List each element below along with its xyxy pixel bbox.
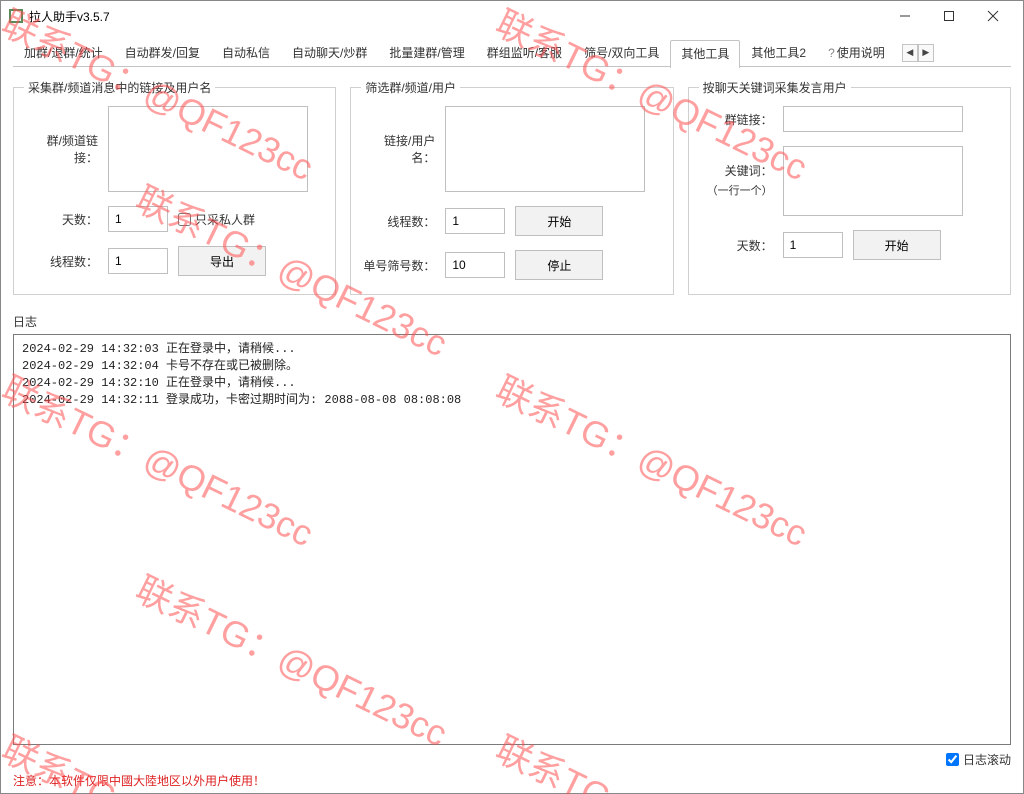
titlebar: 拉人助手v3.5.7 bbox=[1, 1, 1023, 31]
tab-1[interactable]: 自动群发/回复 bbox=[114, 39, 211, 67]
threads-input-2[interactable] bbox=[445, 208, 505, 234]
panel-collect-links: 采集群/频道消息中的链接及用户名 群/频道链接： 天数： 只采私人群 线程数： bbox=[13, 79, 336, 295]
kw-days-input[interactable] bbox=[783, 232, 843, 258]
kw-group-link-label: 群链接： bbox=[699, 111, 773, 128]
panel-keyword: 按聊天关键词采集发言用户 群链接： 关键词： （一行一个） 天数： 开始 bbox=[688, 79, 1011, 295]
client-area: 加群/退群/统计 自动群发/回复 自动私信 自动聊天/炒群 批量建群/管理 群组… bbox=[1, 31, 1023, 793]
tab-scroll-left[interactable]: ◀ bbox=[902, 44, 918, 62]
tab-0[interactable]: 加群/退群/统计 bbox=[13, 39, 114, 67]
filter-start-button[interactable]: 开始 bbox=[515, 206, 603, 236]
main-window: 拉人助手v3.5.7 加群/退群/统计 自动群发/回复 自动私信 自动聊天/炒群… bbox=[0, 0, 1024, 794]
keyword-start-button[interactable]: 开始 bbox=[853, 230, 941, 260]
tab-2[interactable]: 自动私信 bbox=[211, 39, 281, 67]
tab-3[interactable]: 自动聊天/炒群 bbox=[281, 39, 378, 67]
keywords-label: 关键词： （一行一个） bbox=[699, 162, 773, 201]
footer-warning: 注意：本软件仅限中國大陸地区以外用户使用！ bbox=[13, 772, 1011, 789]
tab-9[interactable]: ?使用说明 bbox=[817, 39, 896, 67]
threads-label-2: 线程数： bbox=[361, 213, 435, 230]
private-only-checkbox[interactable] bbox=[178, 213, 191, 226]
window-controls bbox=[883, 2, 1015, 30]
log-label: 日志 bbox=[13, 313, 1011, 330]
filter-link-label: 链接/用户名： bbox=[361, 132, 435, 166]
question-icon: ? bbox=[828, 46, 835, 60]
tab-5[interactable]: 群组监听/客服 bbox=[476, 39, 573, 67]
private-only-checkbox-wrap[interactable]: 只采私人群 bbox=[178, 211, 255, 228]
panels-row: 采集群/频道消息中的链接及用户名 群/频道链接： 天数： 只采私人群 线程数： bbox=[13, 79, 1011, 295]
kw-group-link-input[interactable] bbox=[783, 106, 963, 132]
log-textarea[interactable]: 2024-02-29 14:32:03 正在登录中，请稍候... 2024-02… bbox=[13, 334, 1011, 745]
minimize-button[interactable] bbox=[883, 2, 927, 30]
per-account-input[interactable] bbox=[445, 252, 505, 278]
filter-stop-button[interactable]: 停止 bbox=[515, 250, 603, 280]
tab-6[interactable]: 筛号/双向工具 bbox=[573, 39, 670, 67]
threads-input-1[interactable] bbox=[108, 248, 168, 274]
tab-4[interactable]: 批量建群/管理 bbox=[378, 39, 475, 67]
log-section: 日志 2024-02-29 14:32:03 正在登录中，请稍候... 2024… bbox=[13, 313, 1011, 768]
days-label: 天数： bbox=[24, 211, 98, 228]
keywords-input[interactable] bbox=[783, 146, 963, 216]
log-scroll-label: 日志滚动 bbox=[963, 751, 1011, 768]
days-input[interactable] bbox=[108, 206, 168, 232]
group-link-input[interactable] bbox=[108, 106, 308, 192]
panel-filter-legend: 筛选群/频道/用户 bbox=[361, 79, 460, 96]
close-button[interactable] bbox=[971, 2, 1015, 30]
panel-keyword-legend: 按聊天关键词采集发言用户 bbox=[699, 79, 851, 96]
panel-collect-links-legend: 采集群/频道消息中的链接及用户名 bbox=[24, 79, 215, 96]
panel-filter: 筛选群/频道/用户 链接/用户名： 线程数： 开始 单号筛号数： 停止 bbox=[350, 79, 673, 295]
tabs-bar: 加群/退群/统计 自动群发/回复 自动私信 自动聊天/炒群 批量建群/管理 群组… bbox=[13, 39, 1011, 67]
export-button[interactable]: 导出 bbox=[178, 246, 266, 276]
group-link-label: 群/频道链接： bbox=[24, 132, 98, 166]
maximize-button[interactable] bbox=[927, 2, 971, 30]
log-scroll-checkbox[interactable] bbox=[946, 753, 959, 766]
per-account-label: 单号筛号数： bbox=[361, 257, 435, 274]
threads-label-1: 线程数： bbox=[24, 253, 98, 270]
window-title: 拉人助手v3.5.7 bbox=[29, 8, 883, 25]
tab-scroll: ◀ ▶ bbox=[902, 44, 934, 62]
tab-9-label: 使用说明 bbox=[837, 46, 885, 60]
private-only-label: 只采私人群 bbox=[195, 211, 255, 228]
kw-days-label: 天数： bbox=[699, 237, 773, 254]
tab-scroll-right[interactable]: ▶ bbox=[918, 44, 934, 62]
filter-link-input[interactable] bbox=[445, 106, 645, 192]
app-icon bbox=[9, 9, 23, 23]
log-scroll-wrap[interactable]: 日志滚动 bbox=[946, 751, 1011, 768]
tab-8[interactable]: 其他工具2 bbox=[740, 39, 817, 67]
log-footer: 日志滚动 bbox=[13, 751, 1011, 768]
tab-7[interactable]: 其他工具 bbox=[670, 40, 740, 68]
